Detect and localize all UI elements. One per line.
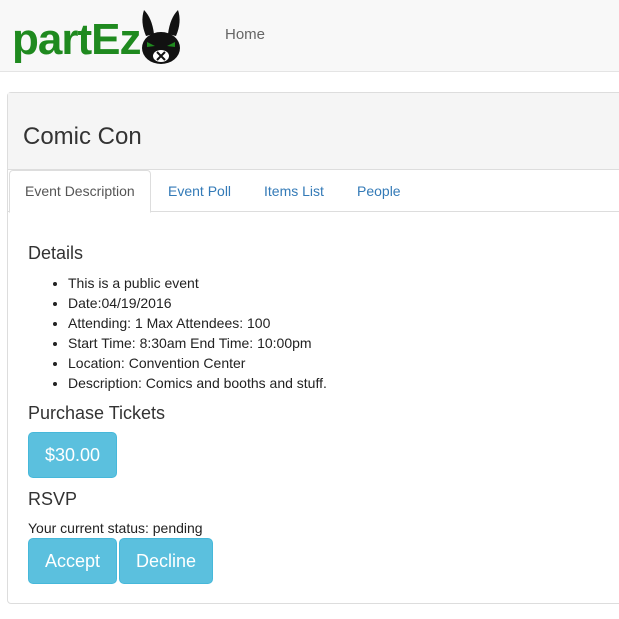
tab-event-poll[interactable]: Event Poll xyxy=(153,170,246,212)
event-title: Comic Con xyxy=(23,123,142,150)
bunny-logo-icon xyxy=(142,10,181,64)
list-item: Start Time: 8:30am End Time: 10:00pm xyxy=(68,333,327,353)
details-list: This is a public event Date:04/19/2016 A… xyxy=(28,273,327,393)
nav-home-link[interactable]: Home xyxy=(225,26,265,43)
details-heading: Details xyxy=(28,243,84,263)
rsvp-heading: RSVP xyxy=(28,489,78,509)
list-item: Location: Convention Center xyxy=(68,353,327,373)
brand-logo-link[interactable]: partEz xyxy=(12,10,184,66)
tab-event-description[interactable]: Event Description xyxy=(9,170,151,213)
rsvp-status-text: Your current status: pending xyxy=(28,520,203,536)
list-item: Description: Comics and booths and stuff… xyxy=(68,373,327,393)
decline-button[interactable]: Decline xyxy=(119,538,213,584)
tab-people[interactable]: People xyxy=(342,170,416,212)
list-item: Date:04/19/2016 xyxy=(68,293,327,313)
tab-items-list[interactable]: Items List xyxy=(249,170,339,212)
list-item: This is a public event xyxy=(68,273,327,293)
accept-button[interactable]: Accept xyxy=(28,538,117,584)
navbar: partEz Home xyxy=(0,0,619,72)
panel-heading: Comic Con xyxy=(8,93,619,170)
event-tabs: Event Description Event Poll Items List … xyxy=(8,170,619,213)
brand-name: partEz xyxy=(12,15,141,64)
ticket-price-button[interactable]: $30.00 xyxy=(28,432,117,478)
list-item: Attending: 1 Max Attendees: 100 xyxy=(68,313,327,333)
purchase-tickets-heading: Purchase Tickets xyxy=(28,403,166,423)
